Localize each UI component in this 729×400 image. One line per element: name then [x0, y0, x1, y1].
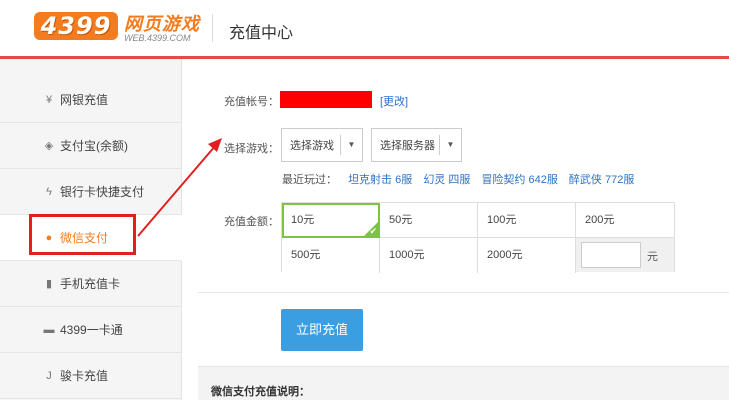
sidebar-item-4399-card[interactable]: ▬ 4399一卡通	[0, 307, 182, 353]
form-divider	[198, 292, 729, 293]
alipay-icon: ◈	[44, 140, 54, 152]
recent-games: 最近玩过： 坦克射击 6服 幻灵 四服 冒险契约 642服 醉武侠 772服	[282, 171, 634, 187]
amount-option[interactable]: 2000元	[478, 238, 576, 273]
logo-4399[interactable]: 4399	[34, 12, 118, 40]
phone-icon: ▮	[45, 278, 53, 290]
amount-option[interactable]: 500元	[282, 238, 380, 273]
page-title: 充值中心	[229, 25, 294, 42]
lightning-icon: ϟ	[46, 185, 52, 198]
card-icon: ▬	[43, 323, 55, 336]
logo-url: WEB.4399.COM	[124, 33, 191, 43]
amount-option[interactable]: 1000元	[380, 238, 478, 273]
game-select[interactable]: 选择游戏 ▼	[281, 128, 363, 162]
recent-game-link[interactable]: 坦克射击 6服	[348, 174, 412, 186]
server-select[interactable]: 选择服务器 ▼	[371, 128, 462, 162]
recent-label: 最近玩过：	[282, 174, 337, 186]
sidebar-item-label: 4399一卡通	[60, 323, 123, 337]
sidebar-item-jcard[interactable]: J 骏卡充值	[0, 353, 182, 399]
notes-title: 微信支付充值说明：	[211, 386, 310, 398]
yen-icon: ¥	[45, 93, 53, 106]
sidebar-item-label: 银行卡快捷支付	[60, 185, 145, 199]
j-icon: J	[46, 369, 52, 382]
chevron-down-icon: ▼	[340, 135, 362, 155]
amount-grid: 10元 ✔ 50元 100元 200元 500元 1000元 2000元 元	[281, 202, 675, 273]
custom-amount-unit: 元	[647, 251, 658, 263]
arrow-head	[208, 138, 222, 152]
custom-amount-input[interactable]	[581, 242, 641, 268]
sidebar-item-label: 支付宝(余额)	[60, 139, 128, 153]
amount-option[interactable]: 50元	[380, 203, 478, 238]
recent-game-link[interactable]: 冒险契约 642服	[481, 174, 557, 186]
header-divider	[212, 14, 213, 42]
amount-option[interactable]: 100元	[478, 203, 576, 238]
chevron-down-icon: ▼	[439, 135, 461, 155]
sidebar-item-label: 骏卡充值	[60, 369, 109, 383]
annotation-highlight-box	[29, 214, 136, 255]
amount-option[interactable]: 200元	[576, 203, 674, 238]
amount-option-selected[interactable]: 10元 ✔	[282, 203, 380, 238]
notes-section: 微信支付充值说明：	[198, 366, 729, 400]
sidebar-item-phone-card[interactable]: ▮ 手机充值卡	[0, 261, 182, 307]
account-label: 充值帐号：	[224, 96, 279, 108]
pay-now-button[interactable]: 立即充值	[281, 309, 363, 351]
sidebar-item-online-bank[interactable]: ¥ 网银充值	[0, 77, 182, 123]
server-select-value: 选择服务器	[380, 140, 435, 152]
sidebar-item-alipay[interactable]: ◈ 支付宝(余额)	[0, 123, 182, 169]
sidebar-item-label: 网银充值	[60, 93, 109, 107]
amount-value: 10元	[291, 214, 315, 226]
game-label: 选择游戏：	[224, 143, 279, 155]
recent-game-link[interactable]: 幻灵 四服	[423, 174, 470, 186]
recent-game-link[interactable]: 醉武侠 772服	[569, 174, 634, 186]
game-select-value: 选择游戏	[290, 140, 334, 152]
account-redacted	[280, 91, 372, 108]
header: 4399 网页游戏 WEB.4399.COM 充值中心	[0, 0, 729, 59]
change-account-link[interactable]: [更改]	[380, 93, 408, 109]
check-icon: ✔	[369, 226, 377, 236]
amount-label: 充值金额：	[224, 216, 279, 228]
custom-amount-cell: 元	[576, 238, 674, 272]
sidebar-item-bank-card[interactable]: ϟ 银行卡快捷支付	[0, 169, 182, 215]
sidebar-item-label: 手机充值卡	[60, 277, 121, 291]
